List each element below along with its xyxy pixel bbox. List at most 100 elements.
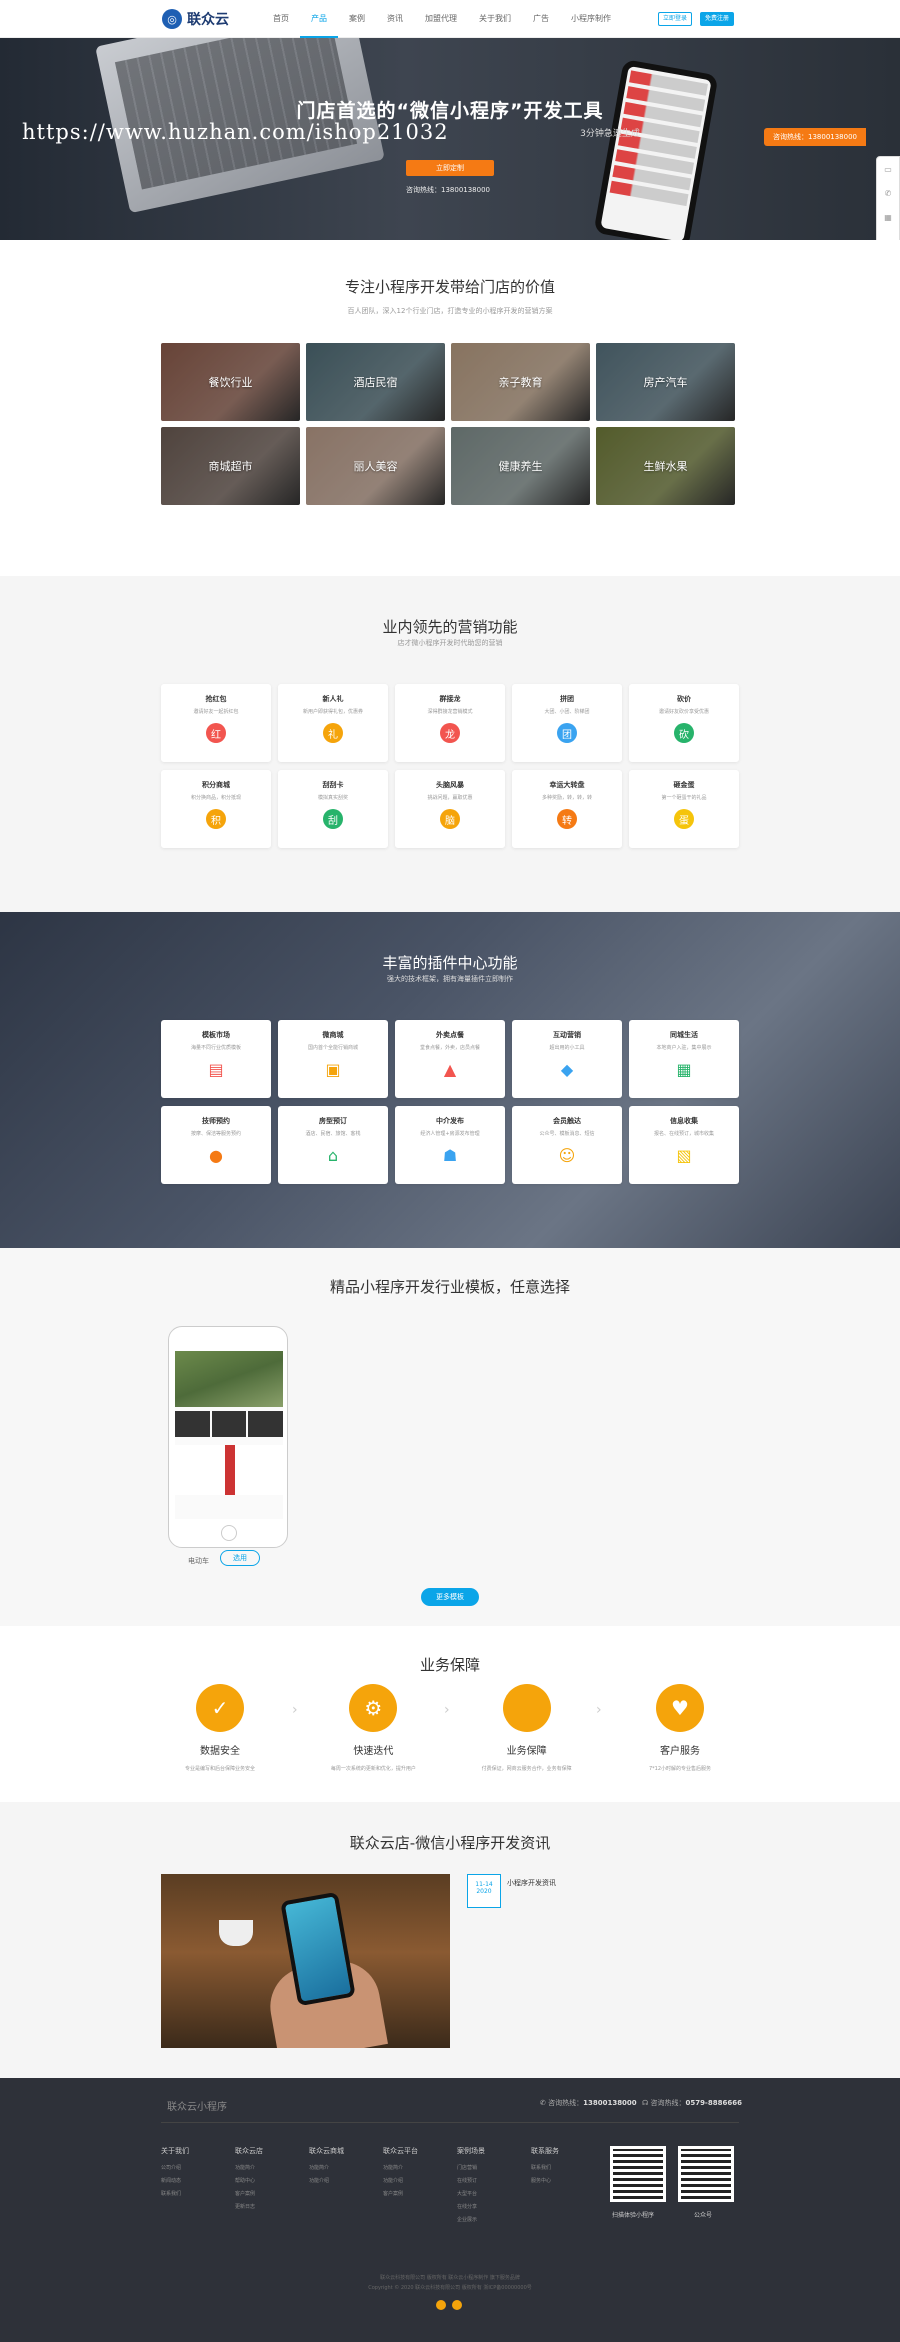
news-image[interactable]	[161, 1874, 450, 2048]
marketing-card[interactable]: 幸运大转盘 多种奖励，转，转，转转	[512, 770, 622, 848]
qr-code-miniprogram	[610, 2146, 666, 2202]
nav-item[interactable]: 资讯	[376, 0, 414, 38]
marketing-card[interactable]: 砍价 邀请好友砍价享受优惠砍	[629, 684, 739, 762]
nav-item[interactable]: 案例	[338, 0, 376, 38]
industry-tile-label: 餐饮行业	[208, 376, 253, 389]
feature-icon: 转	[557, 809, 577, 829]
footer-link[interactable]: 公司介绍	[161, 2164, 235, 2171]
industry-tile[interactable]: 餐饮行业	[161, 343, 300, 421]
qr-label-miniprogram: 扫描体验小程序	[612, 2212, 655, 2219]
feature-icon: 红	[206, 723, 226, 743]
badge-icon[interactable]	[452, 2300, 462, 2310]
login-button[interactable]: 立即登录	[658, 12, 693, 26]
plugins-card[interactable]: 同城生活 本地商户入驻，集中展示 ▦	[629, 1020, 739, 1098]
plugins-card[interactable]: 微商城 国内首个全能行销商城 ▣	[278, 1020, 388, 1098]
nav-item[interactable]: 产品	[300, 0, 338, 38]
marketing-card[interactable]: 新人礼 新用户即获得礼包，优惠券礼	[278, 684, 388, 762]
guarantee-title: 数据安全	[200, 1746, 240, 1757]
marketing-card[interactable]: 群接龙 深得群接龙营销模式龙	[395, 684, 505, 762]
feature-icon: ☺	[558, 1145, 576, 1165]
template-phone-preview[interactable]	[168, 1326, 288, 1548]
feature-icon: 刮	[323, 809, 343, 829]
marketing-card[interactable]: 拼团 大团、小团、阶梯团团	[512, 684, 622, 762]
card-title: 头脑风暴	[436, 781, 464, 789]
footer-link[interactable]: 联系我们	[161, 2190, 235, 2197]
footer-link[interactable]: 联系我们	[531, 2164, 605, 2171]
news-item-title[interactable]: 小程序开发资讯	[507, 1878, 556, 1888]
card-desc: 挑战问题，赢取优惠	[427, 795, 473, 801]
marketing-card[interactable]: 砸金蛋 第一个砸蛋干的礼品蛋	[629, 770, 739, 848]
footer-column: 关于我们 公司介绍 新闻动态 联系我们	[161, 2146, 235, 2229]
plugin-title: 丰富的插件中心功能	[382, 954, 518, 972]
plugins-card[interactable]: 中介发布 经济人管理+房源发布管理 ☗	[395, 1106, 505, 1184]
industry-tile[interactable]: 丽人美容	[306, 427, 445, 505]
hotline-tab[interactable]: 咨询热线：13800138000	[764, 128, 866, 146]
card-desc: 大团、小团、阶梯团	[544, 709, 590, 715]
industry-tile-label: 酒店民宿	[353, 376, 398, 389]
guarantee-section: 业务保障 ✓ 数据安全 专业是编写和后台保障业务安全 ⚙ 快速迭代 每周一次系统的更新和优…	[0, 1626, 900, 1802]
footer-link[interactable]: 功能介绍	[309, 2177, 383, 2184]
industry-tile[interactable]: 房产汽车	[596, 343, 735, 421]
plugins-card[interactable]: 房型预订 酒店、民宿、旅馆、客栈 ⌂	[278, 1106, 388, 1184]
plugins-card[interactable]: 互动营销 超出用的小工具 ◆	[512, 1020, 622, 1098]
plugins-card[interactable]: 会员触达 公众号、模板消息、短信 ☺	[512, 1106, 622, 1184]
plugins-card[interactable]: 技师预约 按摩、保洁等服务预约 ●	[161, 1106, 271, 1184]
footer-link[interactable]: 大型平台	[457, 2190, 531, 2197]
top-header: ◎ 联众云 首页 产品 案例 资讯 加盟代理 关于我们 广告 小程序制作 立即登录 免费注册	[0, 0, 900, 38]
footer-link[interactable]: 功能介绍	[383, 2177, 457, 2184]
footer-link[interactable]: 更新日志	[235, 2203, 309, 2210]
more-templates-button[interactable]: 更多模板	[421, 1588, 479, 1606]
footer-link[interactable]: 帮助中心	[235, 2177, 309, 2184]
footer-link[interactable]: 在线预订	[457, 2177, 531, 2184]
industry-tile[interactable]: 健康养生	[451, 427, 590, 505]
footer-link[interactable]: 门店营销	[457, 2164, 531, 2171]
select-template-button[interactable]: 选用	[220, 1550, 260, 1566]
nav-item[interactable]: 首页	[262, 0, 300, 38]
footer-link[interactable]: 在线分享	[457, 2203, 531, 2210]
industry-tile[interactable]: 亲子教育	[451, 343, 590, 421]
badge-icon[interactable]	[436, 2300, 446, 2310]
marketing-card[interactable]: 抢红包 邀请好友一起拆红包红	[161, 684, 271, 762]
register-button[interactable]: 免费注册	[700, 12, 735, 26]
card-title: 同城生活	[670, 1031, 698, 1039]
template-name: 电动车	[188, 1557, 209, 1565]
footer-link[interactable]: 功能简介	[235, 2164, 309, 2171]
guarantee-title: 业务保障	[506, 1746, 547, 1757]
footer-divider	[161, 2122, 739, 2123]
marketing-subtitle: 店才微小程序开发时代助您的营销	[397, 639, 503, 647]
industry-tile[interactable]: 酒店民宿	[306, 343, 445, 421]
nav-item[interactable]: 广告	[522, 0, 560, 38]
marketing-card[interactable]: 头脑风暴 挑战问题，赢取优惠脑	[395, 770, 505, 848]
plugins-card[interactable]: 信息收集 报名、在线预订，城市收集 ▧	[629, 1106, 739, 1184]
marketing-card[interactable]: 刮刮卡 模拟真实刮奖刮	[278, 770, 388, 848]
footer-link[interactable]: 功能简介	[309, 2164, 383, 2171]
footer-link[interactable]: 企业展示	[457, 2216, 531, 2223]
footer-link[interactable]: 客户案例	[235, 2190, 309, 2197]
qr-icon[interactable]: ▦	[884, 213, 892, 222]
hero-cta-button[interactable]: 立即定制	[406, 160, 494, 176]
plugins-card[interactable]: 模板市场 海量不同行业优质模板 ▤	[161, 1020, 271, 1098]
chat-icon[interactable]: ▭	[884, 165, 892, 174]
footer-link[interactable]: 服务中心	[531, 2177, 605, 2184]
nav-item[interactable]: 加盟代理	[414, 0, 468, 38]
footer: 联众云小程序 ✆ 咨询热线：13800138000 ☊ 咨询热线：0579-88…	[0, 2078, 900, 2342]
guarantee-icon: ⚙	[349, 1684, 398, 1732]
top-icon[interactable]: ︿	[884, 237, 892, 241]
guarantee-item: ♥ 客户服务 7*12小时解的专业售后服务	[625, 1684, 735, 1772]
phone-icon[interactable]: ✆	[885, 189, 892, 198]
logo[interactable]: ◎ 联众云	[162, 9, 229, 29]
feature-icon: 龙	[440, 723, 460, 743]
industry-tile[interactable]: 生鲜水果	[596, 427, 735, 505]
marketing-card[interactable]: 积分商城 积分换商品，积分抵现积	[161, 770, 271, 848]
nav-item[interactable]: 关于我们	[468, 0, 522, 38]
industry-tile[interactable]: 商城超市	[161, 427, 300, 505]
plugins-card[interactable]: 外卖点餐 堂食点餐，外卖，店员点餐 ▲	[395, 1020, 505, 1098]
card-desc: 邀请好友砍价享受优惠	[658, 709, 709, 715]
card-title: 幸运大转盘	[549, 781, 585, 789]
nav-item[interactable]: 小程序制作	[560, 0, 622, 38]
qr-label-official-account: 公众号	[694, 2212, 713, 2219]
footer-link[interactable]: 客户案例	[383, 2190, 457, 2197]
footer-link[interactable]: 功能简介	[383, 2164, 457, 2171]
footer-link[interactable]: 新闻动态	[161, 2177, 235, 2184]
card-title: 抢红包	[205, 695, 227, 703]
